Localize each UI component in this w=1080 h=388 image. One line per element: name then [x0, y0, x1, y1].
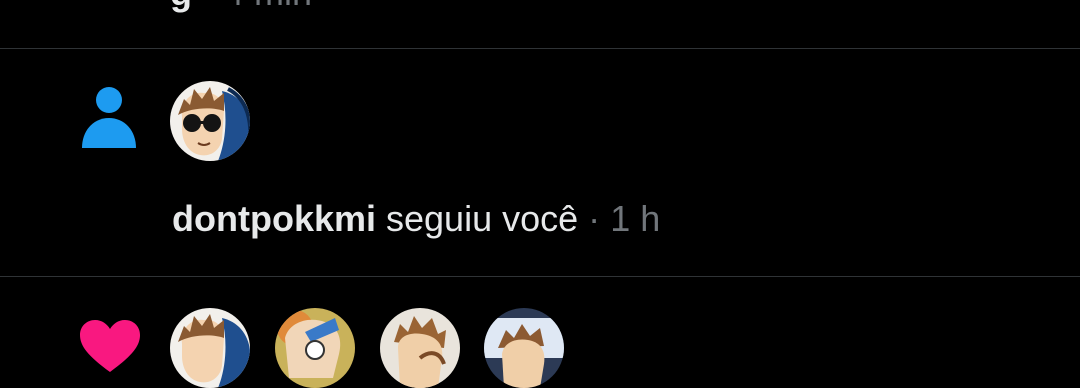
avatar[interactable]	[170, 308, 250, 388]
notification-time: 1 h	[610, 198, 661, 239]
avatar[interactable]	[170, 81, 250, 161]
divider	[0, 276, 1080, 277]
follow-action-text: seguiu você	[386, 198, 579, 239]
heart-icon	[80, 320, 140, 372]
separator-dot: ·	[202, 0, 214, 13]
follow-notification-text: dontpokkmi seguiu você · 1 h	[172, 198, 660, 240]
previous-notification-time: 4 min	[224, 0, 312, 13]
avatar[interactable]	[484, 308, 564, 388]
avatar[interactable]	[275, 308, 355, 388]
person-icon	[82, 87, 136, 148]
follower-username[interactable]: dontpokkmi	[172, 198, 376, 239]
divider	[0, 48, 1080, 49]
separator-dot: ·	[588, 198, 601, 239]
previous-notification-username[interactable]: g	[170, 0, 192, 13]
previous-notification-text: g · 4 min	[170, 0, 312, 14]
avatar[interactable]	[380, 308, 460, 388]
